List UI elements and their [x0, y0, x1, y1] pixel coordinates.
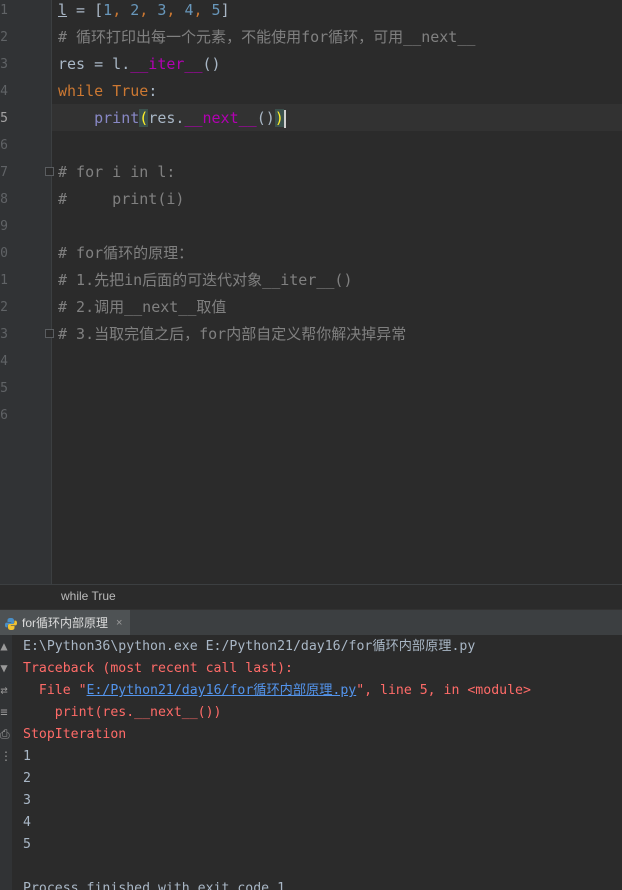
fold-marker-icon[interactable] — [45, 167, 54, 176]
run-console[interactable]: ▲ ▼ ⇄ ≡ ⎙ ⋮ E:\Python36\python.exe E:/Py… — [0, 635, 622, 890]
line-number: 2 — [0, 30, 8, 45]
console-command: E:\Python36\python.exe E:/Python21/day16… — [23, 639, 476, 654]
code-line-11[interactable]: # 1.先把in后面的可迭代对象__iter__() — [58, 267, 353, 294]
token-bracket: ] — [220, 1, 230, 19]
close-icon[interactable]: × — [116, 617, 122, 629]
token-variable: l — [58, 1, 68, 19]
token-comma: , — [139, 1, 158, 19]
gutter-divider — [51, 0, 52, 584]
line-number: 1 — [0, 3, 8, 18]
line-number: 9 — [0, 219, 8, 234]
line-number: 3 — [0, 57, 8, 72]
line-number: 6 — [0, 138, 8, 153]
console-file-line: File "E:/Python21/day16/for循环内部原理.py", l… — [23, 680, 531, 702]
token-number: 5 — [211, 1, 221, 19]
token-paren-match: ( — [139, 109, 149, 127]
breadcrumb-item[interactable]: while True — [61, 589, 116, 603]
code-line-10[interactable]: # for循环的原理： — [58, 240, 193, 267]
text-caret — [283, 109, 286, 128]
token-dunder-method: __iter__ — [130, 55, 203, 73]
console-file-suffix: ", line 5, in <module> — [356, 683, 531, 698]
code-line-5[interactable]: print(res.__next__()) — [58, 105, 286, 132]
token-comma: , — [193, 1, 212, 19]
console-output-value: 1 — [23, 749, 31, 764]
code-editor[interactable]: 1 2 3 4 5 6 7 8 9 0 1 2 3 4 5 6 l = [1, … — [0, 0, 622, 584]
console-error: StopIteration — [23, 727, 127, 742]
line-number: 4 — [0, 84, 8, 99]
console-file-prefix: File " — [23, 683, 87, 698]
line-number: 7 — [0, 165, 8, 180]
line-number: 8 — [0, 192, 8, 207]
console-toolbar: ▲ ▼ ⇄ ≡ ⎙ ⋮ — [0, 635, 12, 890]
filter-icon[interactable]: ≡ — [0, 705, 8, 719]
line-number: 1 — [0, 273, 8, 288]
scroll-up-icon[interactable]: ▲ — [0, 639, 8, 653]
token-assignment: res = l. — [58, 55, 131, 73]
console-file-link[interactable]: E:/Python21/day16/for循环内部原理.py — [87, 683, 357, 698]
token-number: 2 — [130, 1, 140, 19]
code-line-7[interactable]: # for i in l: — [58, 159, 175, 186]
line-number-current: 5 — [0, 111, 8, 126]
console-output-value: 4 — [23, 815, 31, 830]
run-tab-label: for循环内部原理 — [22, 616, 109, 630]
print-icon[interactable]: ⎙ — [0, 727, 10, 742]
code-line-8[interactable]: # print(i) — [58, 186, 184, 213]
code-line-13[interactable]: # 3.当取完值之后，for内部自定义帮你解决掉异常 — [58, 321, 406, 348]
soft-wrap-icon[interactable]: ⇄ — [0, 683, 8, 697]
token-comma: , — [166, 1, 185, 19]
line-number: 0 — [0, 246, 8, 261]
line-number: 4 — [0, 354, 8, 369]
console-code-line: print(res.__next__()) — [23, 705, 222, 720]
console-output-value: 2 — [23, 771, 31, 786]
line-number: 6 — [0, 408, 8, 423]
more-icon[interactable]: ⋮ — [0, 749, 12, 763]
fold-marker-icon[interactable] — [45, 329, 54, 338]
token-keyword: while — [58, 82, 104, 100]
run-tool-window-header: for循环内部原理 × — [0, 609, 622, 635]
console-exit-message: Process finished with exit code 1 — [23, 881, 286, 890]
token-paren-match: ) — [274, 109, 284, 127]
run-tab[interactable]: for循环内部原理 × — [0, 610, 131, 635]
console-output-value: 3 — [23, 793, 31, 808]
token-attribute: res. — [148, 109, 185, 127]
code-line-4[interactable]: while True: — [58, 78, 157, 105]
token-parens: () — [256, 109, 275, 127]
token-operator: = [ — [67, 1, 104, 19]
breadcrumb[interactable]: while True — [0, 584, 622, 609]
code-line-2[interactable]: # 循环打印出每一个元素，不能使用for循环，可用__next__ — [58, 24, 475, 51]
code-line-12[interactable]: # 2.调用__next__取值 — [58, 294, 226, 321]
token-parens: () — [202, 55, 221, 73]
token-builtin: print — [94, 109, 140, 127]
line-number-gutter: 1 2 3 4 5 6 7 8 9 0 1 2 3 4 5 6 — [0, 0, 51, 584]
code-line-3[interactable]: res = l.__iter__() — [58, 51, 221, 78]
line-number: 3 — [0, 327, 8, 342]
scroll-down-icon[interactable]: ▼ — [0, 661, 8, 675]
console-traceback: Traceback (most recent call last): — [23, 661, 293, 676]
line-number: 5 — [0, 381, 8, 396]
line-number: 2 — [0, 300, 8, 315]
token-colon: : — [148, 82, 158, 100]
token-number: 1 — [103, 1, 113, 19]
code-line-1[interactable]: l = [1, 2, 3, 4, 5] — [58, 0, 230, 24]
token-keyword: True — [112, 82, 149, 100]
python-file-icon — [4, 616, 18, 630]
console-output-value: 5 — [23, 837, 31, 852]
token-dunder-method: __next__ — [184, 109, 257, 127]
token-comma: , — [112, 1, 131, 19]
